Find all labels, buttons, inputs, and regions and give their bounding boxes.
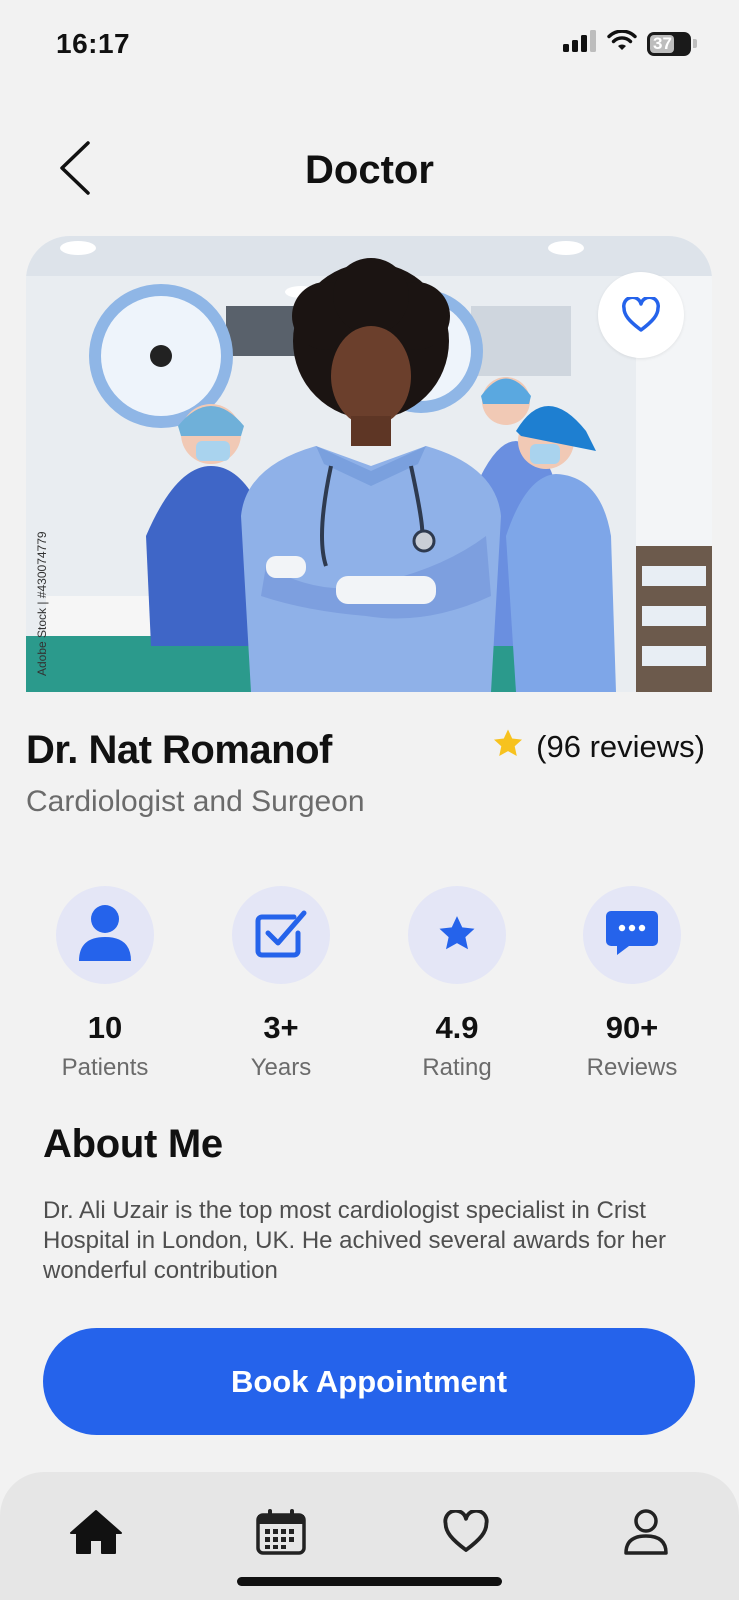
calendar-icon <box>255 1508 307 1561</box>
star-icon <box>492 728 524 766</box>
home-indicator <box>237 1577 502 1586</box>
nav-favorites[interactable] <box>434 1502 498 1566</box>
stat-label: Years <box>250 1054 312 1081</box>
page-title: Doctor <box>305 148 434 192</box>
stat-years: 3+ Years <box>206 886 356 1082</box>
chat-bubble-icon <box>605 909 659 962</box>
home-icon <box>69 1508 123 1561</box>
battery-icon: 37 <box>647 31 691 56</box>
status-bar: 16:17 37 <box>0 0 739 90</box>
photo-watermark: Adobe Stock | #430074779 <box>35 531 49 676</box>
stat-icon-circle <box>408 886 506 984</box>
stat-value: 90+ <box>605 1010 659 1045</box>
stat-patients: 10 Patients <box>30 886 180 1082</box>
doctor-specialty: Cardiologist and Surgeon <box>26 785 365 818</box>
battery-level: 37 <box>653 33 672 53</box>
reviews-summary: (96 reviews) <box>492 728 705 766</box>
doctor-detail-screen: 16:17 37 Doctor Adobe Stock | #430074779… <box>0 0 739 1600</box>
stat-icon-circle <box>56 886 154 984</box>
doctor-photo: Adobe Stock | #430074779 <box>26 236 712 692</box>
checkbox-icon <box>254 907 308 964</box>
stat-rating: 4.9 Rating <box>382 886 532 1082</box>
star-icon <box>437 914 477 957</box>
header: Doctor <box>0 130 739 210</box>
heart-icon <box>442 1508 490 1559</box>
stat-icon-circle <box>583 886 681 984</box>
user-icon <box>77 903 133 968</box>
stat-value: 4.9 <box>435 1010 479 1045</box>
favorite-button[interactable] <box>598 272 684 358</box>
stat-label: Patients <box>61 1054 149 1081</box>
status-icons: 37 <box>563 29 697 57</box>
stats-row: 10 Patients 3+ Years 4.9 Rating 90+ Revi… <box>0 886 739 1086</box>
status-time: 16:17 <box>56 28 131 59</box>
bottom-nav <box>0 1472 739 1600</box>
profile-icon <box>623 1508 669 1561</box>
nav-home[interactable] <box>64 1502 128 1566</box>
stat-value: 10 <box>87 1010 123 1045</box>
stat-label: Reviews <box>586 1054 678 1081</box>
stat-reviews: 90+ Reviews <box>557 886 707 1082</box>
nav-profile[interactable] <box>614 1502 678 1566</box>
book-appointment-button[interactable]: Book Appointment <box>43 1328 695 1435</box>
stat-value: 3+ <box>263 1010 299 1045</box>
heart-outline-icon <box>621 297 661 333</box>
wifi-icon <box>607 29 637 57</box>
about-text: Dr. Ali Uzair is the top most cardiologi… <box>43 1197 666 1284</box>
doctor-name: Dr. Nat Romanof <box>26 728 332 772</box>
about-title: About Me <box>43 1122 223 1166</box>
stat-icon-circle <box>232 886 330 984</box>
cellular-signal-icon <box>563 30 597 57</box>
reviews-count: (96 reviews) <box>536 729 705 764</box>
battery-cap <box>693 39 697 48</box>
nav-calendar[interactable] <box>249 1502 313 1566</box>
stat-label: Rating <box>422 1054 492 1081</box>
